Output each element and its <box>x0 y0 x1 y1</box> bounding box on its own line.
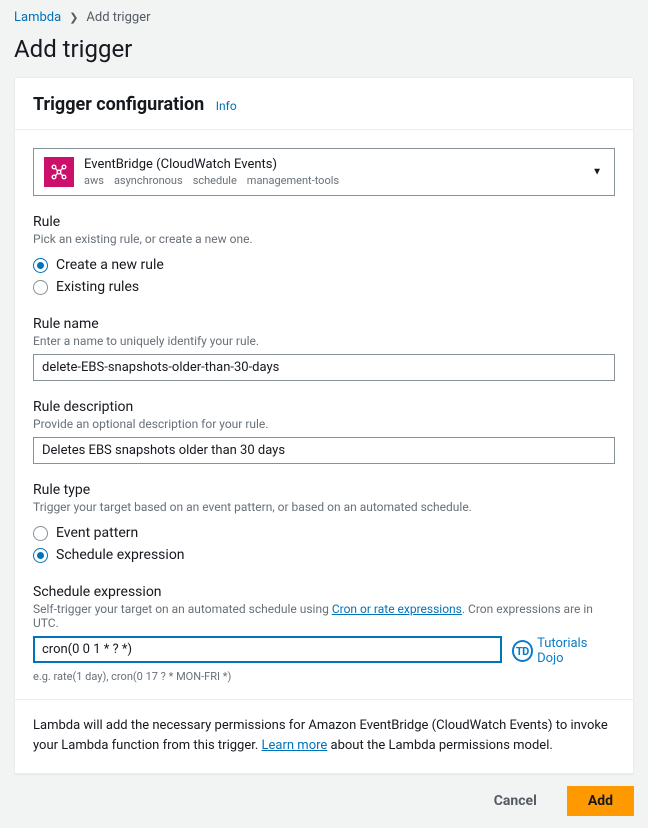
cron-rate-link[interactable]: Cron or rate expressions <box>332 602 462 616</box>
rule-name-label: Rule name <box>33 316 615 332</box>
radio-schedule-expression[interactable]: Schedule expression <box>33 544 615 566</box>
source-name: EventBridge (CloudWatch Events) <box>84 157 604 172</box>
breadcrumb-parent-link[interactable]: Lambda <box>14 10 61 25</box>
chevron-right-icon: ❯ <box>69 11 78 24</box>
chevron-down-icon: ▼ <box>592 167 602 178</box>
td-badge-icon: TD <box>512 640 534 662</box>
breadcrumb: Lambda ❯ Add trigger <box>14 10 634 25</box>
radio-icon <box>33 280 48 295</box>
source-tags: awsasynchronousschedulemanagement-tools <box>84 174 604 187</box>
schedule-label: Schedule expression <box>33 584 615 600</box>
rule-type-help: Trigger your target based on an event pa… <box>33 500 615 514</box>
panel-heading: Trigger configuration <box>33 94 204 115</box>
radio-existing-rules[interactable]: Existing rules <box>33 276 615 298</box>
rule-desc-help: Provide an optional description for your… <box>33 417 615 431</box>
schedule-help: Self-trigger your target on an automated… <box>33 602 615 630</box>
eventbridge-icon <box>44 157 74 187</box>
rule-name-help: Enter a name to uniquely identify your r… <box>33 334 615 348</box>
schedule-expression-input[interactable] <box>33 636 502 663</box>
cancel-button[interactable]: Cancel <box>474 786 557 816</box>
rule-name-input[interactable] <box>33 354 615 381</box>
page-title: Add trigger <box>14 35 634 63</box>
radio-icon <box>33 548 48 563</box>
trigger-source-select[interactable]: EventBridge (CloudWatch Events) awsasync… <box>33 148 615 196</box>
breadcrumb-current: Add trigger <box>86 10 150 25</box>
rule-desc-label: Rule description <box>33 399 615 415</box>
permissions-note: Lambda will add the necessary permission… <box>33 716 615 755</box>
rule-label: Rule <box>33 214 615 230</box>
learn-more-link[interactable]: Learn more <box>262 738 328 753</box>
divider <box>15 129 633 130</box>
footer-actions: Cancel Add <box>0 774 648 828</box>
rule-help: Pick an existing rule, or create a new o… <box>33 232 615 246</box>
schedule-example: e.g. rate(1 day), cron(0 17 ? * MON-FRI … <box>33 670 615 683</box>
trigger-config-panel: Trigger configuration Info EventBridge (… <box>14 77 634 774</box>
rule-type-label: Rule type <box>33 482 615 498</box>
rule-desc-input[interactable] <box>33 437 615 464</box>
tutorials-dojo-watermark: TD Tutorials Dojo <box>512 636 615 666</box>
radio-icon <box>33 258 48 273</box>
radio-event-pattern[interactable]: Event pattern <box>33 522 615 544</box>
radio-icon <box>33 526 48 541</box>
radio-create-new-rule[interactable]: Create a new rule <box>33 254 615 276</box>
add-button[interactable]: Add <box>567 786 634 816</box>
info-link[interactable]: Info <box>216 99 237 113</box>
